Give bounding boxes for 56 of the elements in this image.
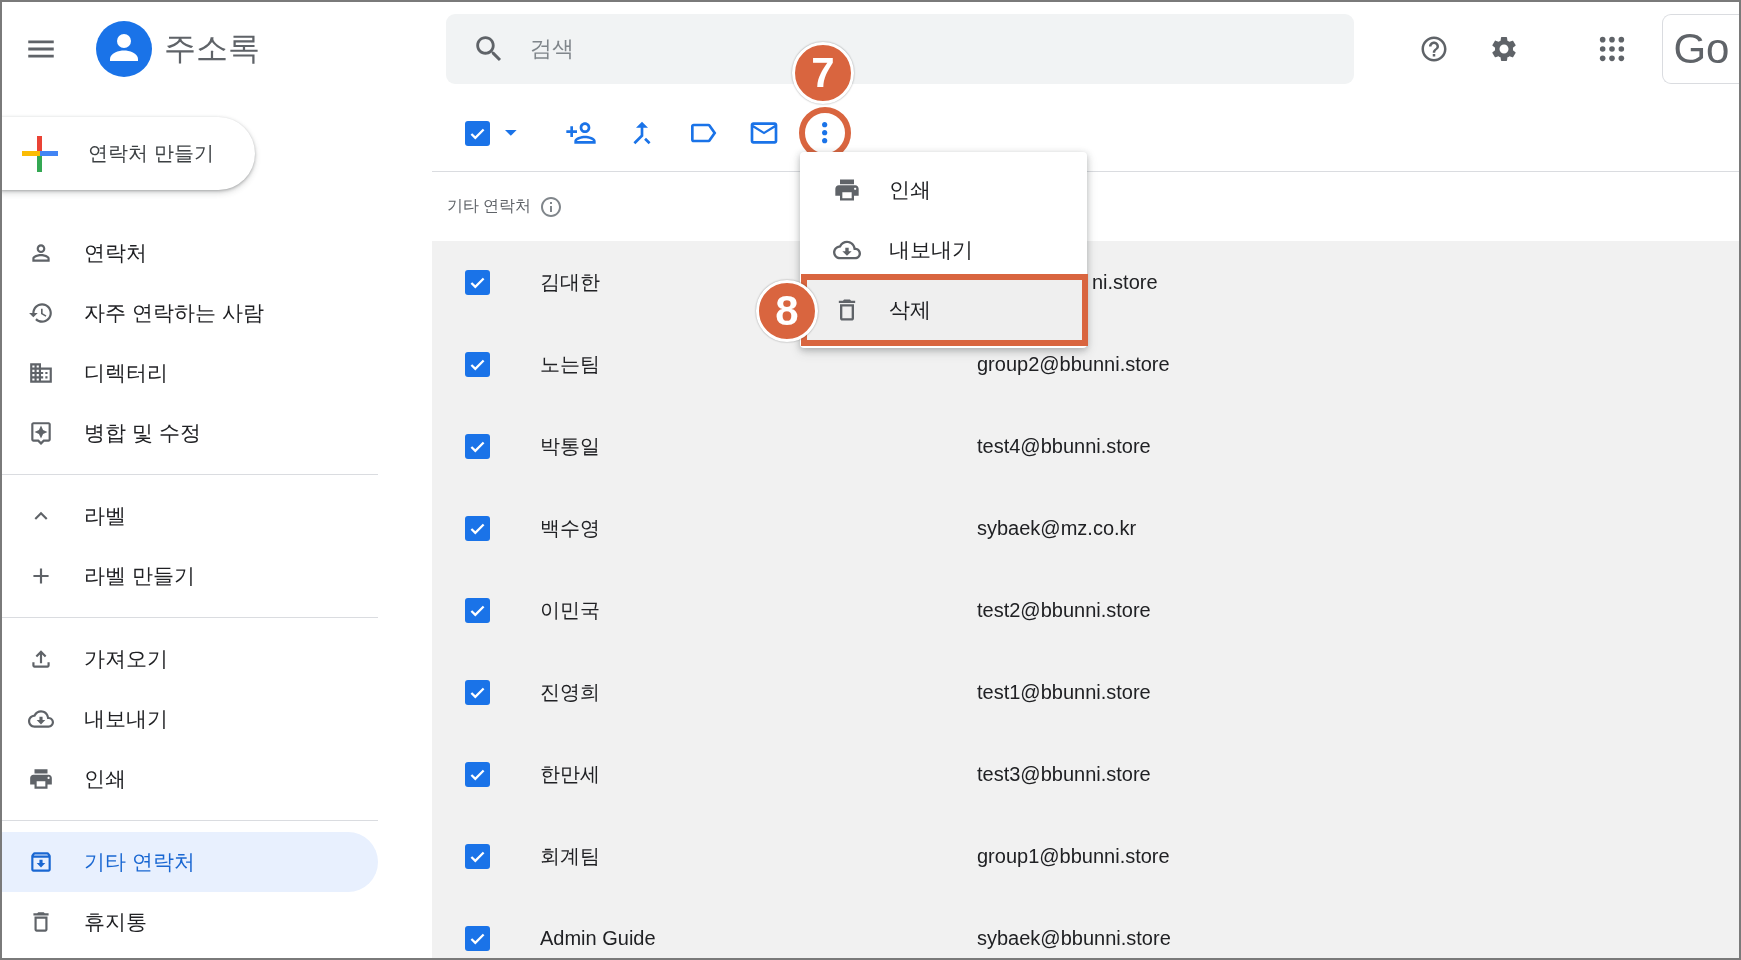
history-icon (28, 300, 54, 326)
checkbox[interactable] (465, 843, 490, 869)
menu-item[interactable]: 내보내기 (800, 220, 1087, 280)
plus-icon (22, 135, 58, 172)
nav-item[interactable]: 내보내기 (2, 689, 378, 749)
contact-name: 진영희 (540, 679, 601, 705)
checkbox[interactable] (465, 761, 490, 787)
contact-email: group1@bbunni.store (977, 844, 1170, 868)
building-icon (28, 360, 54, 386)
nav-item[interactable]: 인쇄 (2, 749, 378, 809)
section-title: 기타 연락처 (447, 196, 532, 216)
sparkle-icon (28, 420, 54, 446)
nav-item[interactable]: 자주 연락하는 사람 (2, 283, 378, 343)
checkbox[interactable] (465, 679, 490, 705)
step-badge: 7 (792, 42, 854, 104)
nav-item[interactable]: 연락처 (2, 223, 378, 283)
nav-item[interactable]: 라벨 (2, 486, 378, 546)
create-contact-button[interactable]: 연락처 만들기 (2, 117, 255, 190)
contact-email: test4@bbunni.store (977, 434, 1151, 458)
contact-name: Admin Guide (540, 926, 657, 950)
contact-name: 박통일 (540, 433, 601, 459)
contact-email: test3@bbunni.store (977, 762, 1151, 786)
nav-item[interactable]: 병합 및 수정 (2, 403, 378, 463)
nav-item[interactable]: 가져오기 (2, 629, 378, 689)
contact-email: ni.store (1092, 270, 1158, 294)
contact-name: 백수영 (540, 515, 601, 541)
contact-email: test1@bbunni.store (977, 680, 1151, 704)
checkbox[interactable] (465, 515, 490, 541)
menu-item[interactable]: 인쇄 (800, 160, 1087, 220)
caret-icon (505, 130, 517, 136)
contact-name: 한만세 (540, 761, 601, 787)
contact-name: 노는팀 (540, 351, 601, 377)
nav-item[interactable]: 휴지통 (2, 892, 378, 952)
info-icon (539, 194, 564, 219)
contact-email: group2@bbunni.store (977, 352, 1170, 376)
app-title: 주소록 (164, 28, 261, 68)
checkbox[interactable] (465, 433, 490, 459)
contact-name: 이민국 (540, 597, 601, 623)
contact-name: 김대한 (540, 269, 601, 295)
contact-email: sybaek@mz.co.kr (977, 516, 1137, 540)
select-all-checkbox[interactable] (465, 120, 490, 146)
checkbox[interactable] (465, 351, 490, 377)
printer-icon (28, 766, 54, 792)
checkbox[interactable] (465, 269, 490, 295)
checkbox[interactable] (465, 925, 490, 951)
contact-name: 회계팀 (540, 843, 601, 869)
nav-item[interactable]: 디렉터리 (2, 343, 378, 403)
checkbox[interactable] (465, 597, 490, 623)
contact-email: test2@bbunni.store (977, 598, 1151, 622)
more-icon (822, 122, 828, 144)
nav-item[interactable]: 라벨 만들기 (2, 546, 378, 606)
account-logo[interactable]: Go (1662, 13, 1739, 84)
nav-item[interactable]: 기타 연락처 (2, 832, 378, 892)
archive-icon (28, 849, 54, 875)
grid-icon (1598, 34, 1627, 63)
contact-email: sybaek@bbunni.store (977, 926, 1171, 950)
